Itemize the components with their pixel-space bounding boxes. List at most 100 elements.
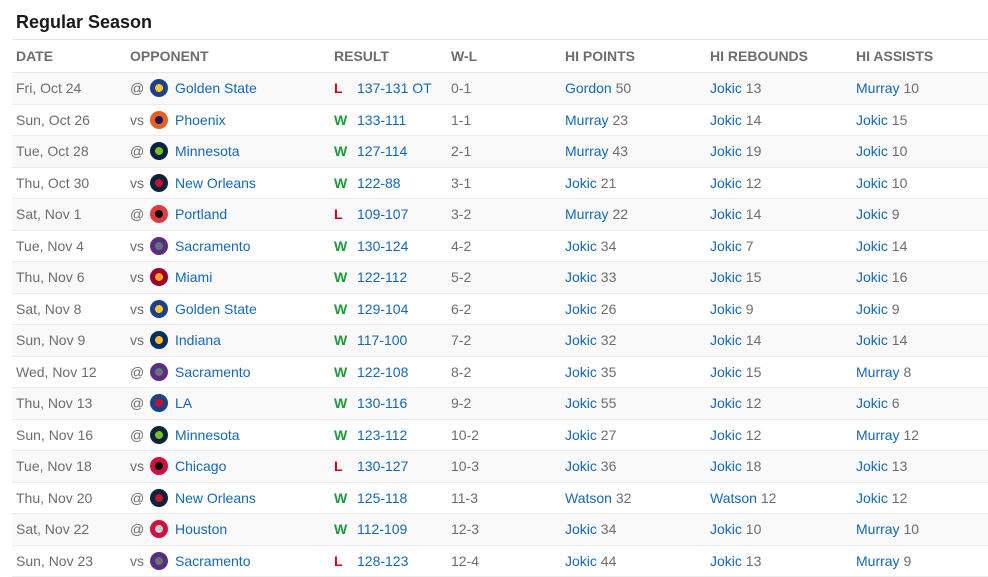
col-header-opponent[interactable]: OPPONENT (126, 39, 330, 73)
score-link[interactable]: 109-107 (357, 206, 408, 222)
minnesota-logo-icon[interactable] (150, 425, 168, 444)
hi-assists-player-link[interactable]: Murray (856, 521, 900, 537)
hi-assists-player-link[interactable]: Murray (856, 427, 900, 443)
score-link[interactable]: 122-112 (357, 269, 407, 285)
opponent-link[interactable]: Minnesota (175, 143, 240, 159)
col-header-wl[interactable]: W-L (447, 39, 561, 73)
score-link[interactable]: 122-88 (357, 175, 401, 191)
opponent-link[interactable]: Houston (175, 521, 227, 537)
opponent-link[interactable]: Sacramento (175, 553, 250, 569)
opponent-link[interactable]: Minnesota (175, 427, 240, 443)
hi-rebounds-player-link[interactable]: Jokic (710, 269, 742, 285)
hi-assists-player-link[interactable]: Murray (856, 80, 900, 96)
hi-assists-player-link[interactable]: Jokic (856, 269, 888, 285)
hi-points-player-link[interactable]: Jokic (565, 175, 597, 191)
score-link[interactable]: 122-108 (357, 364, 408, 380)
score-link[interactable]: 123-112 (357, 427, 407, 443)
score-link[interactable]: 127-114 (357, 143, 407, 159)
hi-points-player-link[interactable]: Jokic (565, 332, 597, 348)
phoenix-logo-icon[interactable] (150, 110, 168, 129)
hi-points-player-link[interactable]: Jokic (565, 553, 597, 569)
chicago-logo-icon[interactable] (150, 457, 168, 476)
hi-points-player-link[interactable]: Jokic (565, 364, 597, 380)
hi-rebounds-player-link[interactable]: Jokic (710, 80, 742, 96)
opponent-link[interactable]: New Orleans (175, 175, 256, 191)
opponent-link[interactable]: Miami (175, 269, 212, 285)
hi-assists-player-link[interactable]: Murray (856, 553, 900, 569)
hi-assists-player-link[interactable]: Jokic (856, 238, 888, 254)
hi-assists-player-link[interactable]: Jokic (856, 206, 888, 222)
hi-points-player-link[interactable]: Jokic (565, 427, 597, 443)
hi-rebounds-player-link[interactable]: Jokic (710, 112, 742, 128)
hi-rebounds-player-link[interactable]: Jokic (710, 458, 742, 474)
col-header-hi-points[interactable]: HI POINTS (561, 39, 706, 73)
indiana-logo-icon[interactable] (150, 331, 168, 350)
hi-points-player-link[interactable]: Jokic (565, 301, 597, 317)
hi-rebounds-player-link[interactable]: Jokic (710, 364, 742, 380)
hi-assists-player-link[interactable]: Murray (856, 364, 900, 380)
hi-points-player-link[interactable]: Jokic (565, 238, 597, 254)
opponent-link[interactable]: Chicago (175, 458, 226, 474)
la-clippers-logo-icon[interactable] (150, 394, 168, 413)
opponent-link[interactable]: Portland (175, 206, 227, 222)
opponent-link[interactable]: New Orleans (175, 490, 256, 506)
hi-rebounds-player-link[interactable]: Jokic (710, 175, 742, 191)
score-link[interactable]: 128-123 (357, 553, 408, 569)
hi-rebounds-player-link[interactable]: Jokic (710, 395, 742, 411)
score-link[interactable]: 129-104 (357, 301, 408, 317)
opponent-link[interactable]: Sacramento (175, 238, 250, 254)
hi-assists-player-link[interactable]: Jokic (856, 395, 888, 411)
opponent-link[interactable]: Indiana (175, 332, 221, 348)
opponent-link[interactable]: Sacramento (175, 364, 250, 380)
hi-assists-player-link[interactable]: Jokic (856, 112, 888, 128)
col-header-result[interactable]: RESULT (330, 39, 447, 73)
opponent-link[interactable]: Phoenix (175, 112, 226, 128)
hi-points-player-link[interactable]: Gordon (565, 80, 612, 96)
score-link[interactable]: 125-118 (357, 490, 407, 506)
hi-rebounds-player-link[interactable]: Watson (710, 490, 757, 506)
hi-points-player-link[interactable]: Jokic (565, 458, 597, 474)
hi-points-player-link[interactable]: Watson (565, 490, 612, 506)
sacramento-logo-icon[interactable] (150, 362, 168, 381)
hi-assists-player-link[interactable]: Jokic (856, 490, 888, 506)
score-link[interactable]: 112-109 (357, 521, 407, 537)
opponent-link[interactable]: LA (175, 395, 192, 411)
hi-points-player-link[interactable]: Jokic (565, 521, 597, 537)
hi-rebounds-player-link[interactable]: Jokic (710, 206, 742, 222)
col-header-hi-assists[interactable]: HI ASSISTS (852, 39, 988, 73)
new-orleans-logo-icon[interactable] (150, 173, 168, 192)
hi-rebounds-player-link[interactable]: Jokic (710, 143, 742, 159)
col-header-hi-rebounds[interactable]: HI REBOUNDS (706, 39, 852, 73)
score-link[interactable]: 130-116 (357, 395, 407, 411)
miami-logo-icon[interactable] (150, 268, 168, 287)
hi-points-player-link[interactable]: Murray (565, 112, 609, 128)
hi-assists-player-link[interactable]: Jokic (856, 143, 888, 159)
score-link[interactable]: 130-124 (357, 238, 408, 254)
col-header-date[interactable]: DATE (12, 39, 126, 73)
sacramento-logo-icon[interactable] (150, 236, 168, 255)
houston-logo-icon[interactable] (150, 520, 168, 539)
golden-state-logo-icon[interactable] (150, 79, 168, 98)
hi-rebounds-player-link[interactable]: Jokic (710, 301, 742, 317)
hi-rebounds-player-link[interactable]: Jokic (710, 238, 742, 254)
opponent-link[interactable]: Golden State (175, 80, 257, 96)
hi-rebounds-player-link[interactable]: Jokic (710, 553, 742, 569)
golden-state-logo-icon[interactable] (150, 299, 168, 318)
portland-logo-icon[interactable] (150, 205, 168, 224)
hi-assists-player-link[interactable]: Jokic (856, 301, 888, 317)
opponent-link[interactable]: Golden State (175, 301, 257, 317)
score-link[interactable]: 137-131 OT (357, 80, 432, 96)
hi-assists-player-link[interactable]: Jokic (856, 458, 888, 474)
hi-assists-player-link[interactable]: Jokic (856, 175, 888, 191)
hi-rebounds-player-link[interactable]: Jokic (710, 332, 742, 348)
hi-points-player-link[interactable]: Murray (565, 206, 609, 222)
new-orleans-logo-icon[interactable] (150, 488, 168, 507)
hi-points-player-link[interactable]: Jokic (565, 395, 597, 411)
score-link[interactable]: 117-100 (357, 332, 407, 348)
hi-assists-player-link[interactable]: Jokic (856, 332, 888, 348)
sacramento-logo-icon[interactable] (150, 551, 168, 570)
score-link[interactable]: 133-111 (357, 112, 406, 128)
hi-rebounds-player-link[interactable]: Jokic (710, 521, 742, 537)
hi-points-player-link[interactable]: Jokic (565, 269, 597, 285)
score-link[interactable]: 130-127 (357, 458, 408, 474)
